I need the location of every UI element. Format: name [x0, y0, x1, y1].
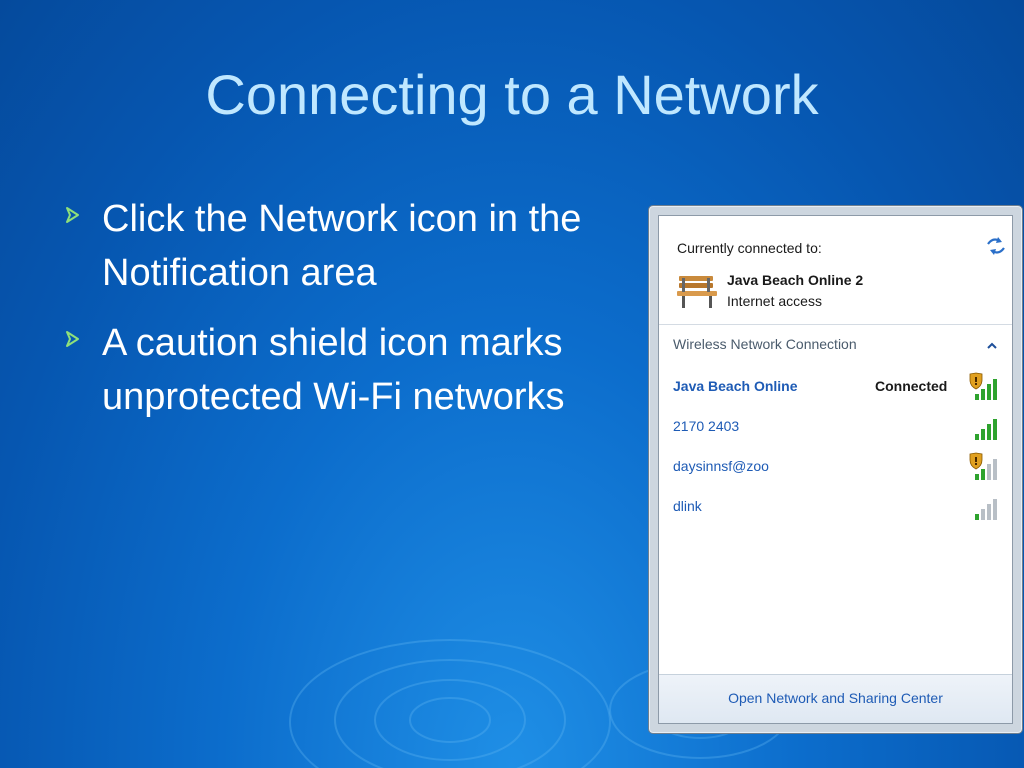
- network-flyout-panel: Currently connected to: Java Beach Onlin…: [658, 215, 1013, 724]
- bullet-text: Click the Network icon in the Notificati…: [102, 198, 582, 294]
- network-name: Java Beach Online: [673, 378, 798, 394]
- network-name: dlink: [673, 498, 702, 514]
- slide-title: Connecting to a Network: [205, 63, 819, 126]
- current-connection-section: Currently connected to: Java Beach Onlin…: [659, 216, 1012, 325]
- network-name: 2170 2403: [673, 418, 740, 434]
- current-network-name: Java Beach Online 2: [727, 272, 864, 288]
- signal-icon: [975, 419, 997, 440]
- network-connected-status: Connected: [875, 378, 948, 394]
- bullet-arrow-icon: [66, 207, 79, 223]
- signal-with-shield-icon: [969, 372, 997, 400]
- refresh-icon[interactable]: [985, 236, 1007, 256]
- signal-icon: [975, 499, 997, 520]
- bullet-item: Click the Network icon in the Notificati…: [62, 192, 622, 300]
- bullet-item: A caution shield icon marks unprotected …: [62, 316, 622, 424]
- network-row-java-beach-online[interactable]: Java Beach Online Connected: [659, 372, 1012, 402]
- flyout-footer: Open Network and Sharing Center: [659, 674, 1012, 723]
- bullet-list: Click the Network icon in the Notificati…: [62, 192, 622, 440]
- wireless-connection-header[interactable]: Wireless Network Connection: [673, 336, 857, 352]
- network-flyout: Currently connected to: Java Beach Onlin…: [648, 205, 1023, 734]
- current-network-status: Internet access: [727, 293, 822, 309]
- currently-connected-label: Currently connected to:: [677, 240, 822, 256]
- chevron-up-icon[interactable]: [985, 340, 999, 352]
- bench-icon: [677, 276, 717, 308]
- network-row-daysinnsf-zoo[interactable]: daysinnsf@zoo: [659, 452, 1012, 482]
- open-network-sharing-center-link[interactable]: Open Network and Sharing Center: [659, 690, 1012, 706]
- network-row-dlink[interactable]: dlink: [659, 492, 1012, 522]
- bullet-text: A caution shield icon marks unprotected …: [102, 322, 565, 418]
- signal-with-shield-icon: [969, 452, 997, 480]
- network-name: daysinnsf@zoo: [673, 458, 769, 474]
- network-row-2170-2403[interactable]: 2170 2403: [659, 412, 1012, 442]
- bullet-arrow-icon: [66, 331, 79, 347]
